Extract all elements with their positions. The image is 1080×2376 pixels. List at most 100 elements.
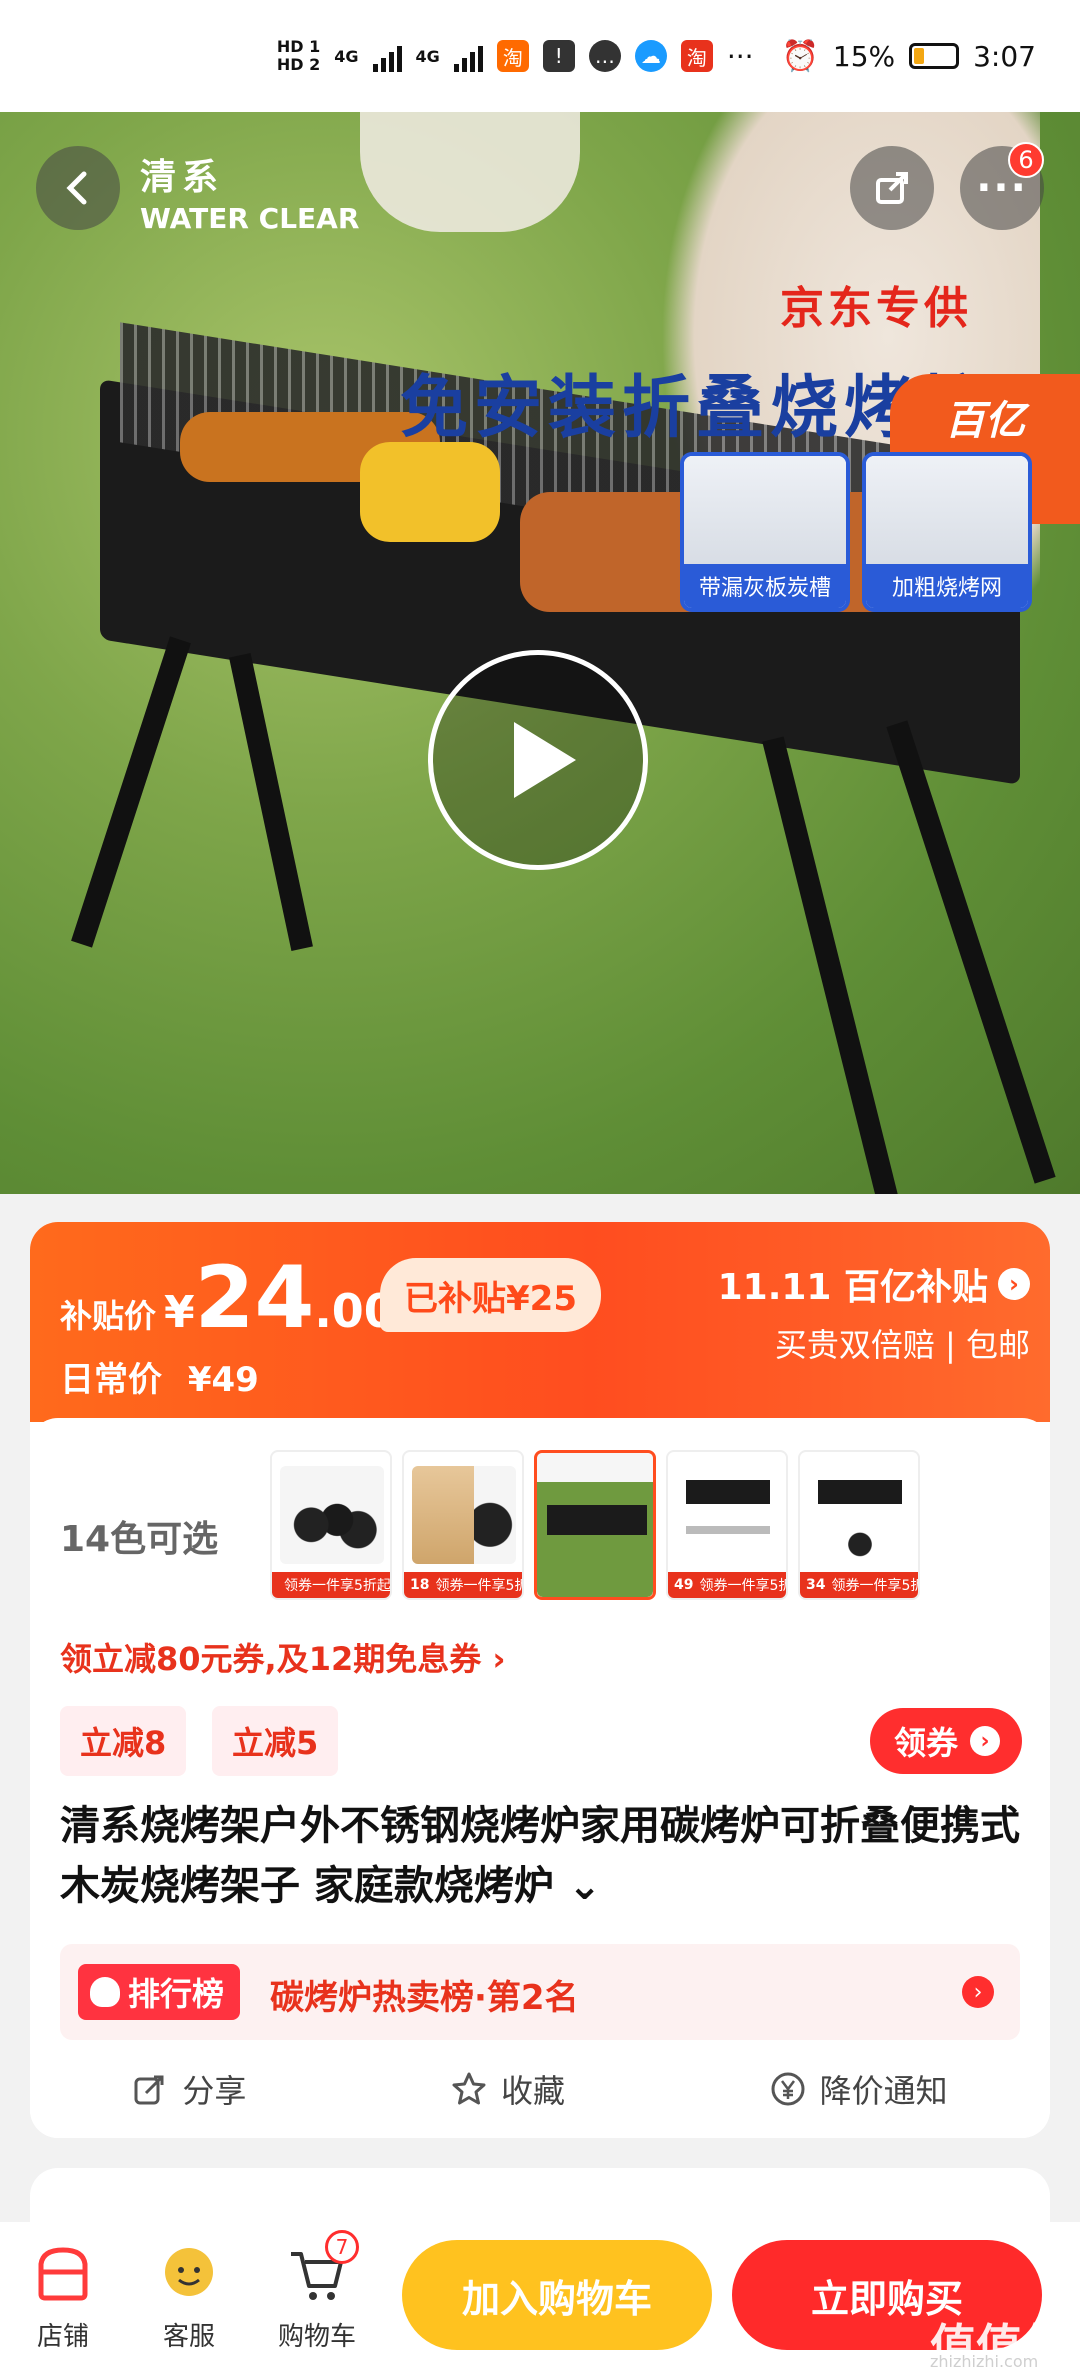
- promo-info[interactable]: 11.11 百亿补贴 › 买贵双倍赔 | 包邮: [718, 1258, 1030, 1366]
- arm-figure: [360, 112, 580, 232]
- share-button[interactable]: 分享: [132, 2066, 246, 2112]
- product-title[interactable]: 清系烧烤架户外不锈钢烧烤炉家用碳烤炉可折叠便携式木炭烧烤架子 家庭款烧烤炉 ⌄: [60, 1796, 1020, 1916]
- chevron-right-icon: ›: [998, 1268, 1030, 1300]
- play-video-button[interactable]: [428, 650, 648, 870]
- signal-icon: [372, 40, 402, 72]
- variant-strip: 领券一件享5折起 ITH: [272, 1572, 390, 1598]
- variant-thumb[interactable]: 18 领券一件享5折起 ITH: [402, 1450, 524, 1600]
- discount-tag: 立减8: [60, 1706, 187, 1776]
- product-details: 14色可选 领券一件享5折起 ITH 18 领券一件享5折起 ITH 49 领券一件…: [30, 1418, 1050, 2138]
- variant-strip-text: 领券一件享5折起 ITH: [699, 1578, 786, 1594]
- grill-set-image: [808, 1466, 912, 1564]
- store-nav-button[interactable]: 店铺: [8, 2242, 118, 2353]
- variant-price: 18: [410, 1577, 430, 1593]
- signal-icon-2: [453, 40, 483, 72]
- chat-notification-icon: …: [588, 40, 621, 72]
- variant-strip: 18 领券一件享5折起 ITH: [404, 1572, 522, 1598]
- battery-percent: 15%: [832, 39, 896, 73]
- discount-tag: 立减5: [212, 1706, 339, 1776]
- network-label-2: 4G: [415, 46, 440, 66]
- feature-grill-net: 加粗烧烤网: [862, 452, 1032, 612]
- alert-notification-icon: !: [542, 40, 575, 72]
- store-icon: [38, 2247, 88, 2301]
- grill-leg-right-2: [886, 720, 1056, 1184]
- grill-parts-image: [676, 1466, 780, 1564]
- share-label: 分享: [182, 2072, 247, 2110]
- price-alert-button[interactable]: 降价通知: [770, 2066, 948, 2112]
- hd-indicator: HD 1 HD 2: [277, 38, 320, 74]
- favorite-label: 收藏: [500, 2072, 565, 2110]
- variant-strip-text: 领券一件享5折起 ITH: [831, 1578, 918, 1594]
- trophy-icon: [90, 1977, 120, 2007]
- more-notifications-icon: ···: [726, 39, 754, 73]
- subsidy-amount-pill: 已补贴¥25: [380, 1258, 601, 1332]
- cloud-notification-icon: ☁: [634, 40, 667, 72]
- product-page: HD 1 HD 2 4G 4G 淘 ! … ☁ 淘 ··· ⏰ 15% 3:07…: [0, 0, 1080, 2376]
- service-label: 客服: [162, 2322, 215, 2352]
- hd1-label: HD 1: [276, 37, 321, 56]
- alarm-icon: ⏰: [781, 38, 819, 74]
- cart-icon-wrap: 7: [285, 2230, 359, 2306]
- share-icon: [876, 172, 908, 204]
- ash-tray-image: [684, 456, 846, 564]
- watermark-url: zhizhizhi.com: [930, 2352, 1039, 2371]
- service-nav-button[interactable]: 客服: [134, 2242, 244, 2353]
- subsidy-badge-line1: 百亿: [945, 398, 1025, 444]
- daily-price-value: ¥49: [187, 1360, 259, 1400]
- play-icon: [514, 722, 576, 798]
- cart-nav-button[interactable]: 7 购物车: [262, 2230, 372, 2353]
- product-info-card: 补贴价 ¥ 24 .00 已补贴¥25 日常价 ¥49 11.11 百亿补贴 › …: [30, 1222, 1050, 2138]
- back-button[interactable]: [36, 146, 120, 230]
- share-top-button[interactable]: [850, 146, 934, 230]
- price-band: 补贴价 ¥ 24 .00 已补贴¥25 日常价 ¥49 11.11 百亿补贴 › …: [30, 1222, 1050, 1422]
- variant-price: 34: [806, 1577, 826, 1593]
- yen-circle-icon: [771, 2072, 805, 2106]
- cart-count-badge: 7: [325, 2230, 359, 2264]
- get-coupon-button[interactable]: 领券 ›: [869, 1708, 1022, 1774]
- taobao-notification-icon-2: 淘: [680, 40, 713, 72]
- grill-leg-right: [762, 736, 900, 1194]
- currency-symbol: ¥: [164, 1287, 195, 1338]
- guarantee-text: 买贵双倍赔 | 包邮: [774, 1326, 1030, 1364]
- action-row: 分享 收藏 降价通知: [30, 2054, 1050, 2124]
- share-icon: [134, 2075, 164, 2105]
- coupon-offer-link[interactable]: 领立减80元券,及12期免息券 ›: [60, 1634, 506, 1680]
- customer-service-icon: [165, 2248, 213, 2296]
- star-icon: [452, 2072, 486, 2105]
- bottom-action-bar: 店铺 客服 7 购物车 加入购物车 立即购买: [0, 2222, 1080, 2376]
- battery-icon: [909, 43, 960, 69]
- daily-price-label: 日常价: [60, 1360, 162, 1400]
- ranking-row[interactable]: 排行榜 碳烤炉热卖榜·第2名 ›: [60, 1944, 1020, 2040]
- store-label: 店铺: [36, 2322, 89, 2352]
- feature-grill-net-label: 加粗烧烤网: [866, 564, 1028, 608]
- chevron-right-icon: ›: [962, 1976, 994, 2008]
- corn: [360, 442, 500, 542]
- get-coupon-label: 领券: [893, 1724, 958, 1762]
- grill-leg-left: [71, 636, 191, 948]
- chevron-right-icon: ›: [970, 1726, 1000, 1756]
- favorite-button[interactable]: 收藏: [451, 2066, 565, 2112]
- brand-name-cn: 清系: [140, 157, 225, 198]
- variant-thumb[interactable]: 领券一件享5折起 ITH: [270, 1450, 392, 1600]
- variant-thumb-selected[interactable]: [534, 1450, 656, 1600]
- variant-strip-text: 领券一件享5折起 ITH: [435, 1578, 522, 1594]
- brand-name-en: WATER CLEAR: [140, 202, 360, 235]
- jd-exclusive-tag: 京东专供: [780, 283, 972, 334]
- price-integer: 24: [194, 1248, 315, 1348]
- more-badge: 6: [1008, 142, 1044, 178]
- cart-label: 购物车: [277, 2322, 356, 2352]
- feature-ash-tray: 带漏灰板炭槽: [680, 452, 850, 612]
- variant-strip: 49 领券一件享5折起 ITH: [668, 1572, 786, 1598]
- taobao-notification-icon: 淘: [496, 40, 529, 72]
- variant-thumb[interactable]: 34 领券一件享5折起 ITH: [798, 1450, 920, 1600]
- grill-thumb-image: [537, 1453, 653, 1597]
- variant-price: 49: [674, 1577, 694, 1593]
- variant-strip-text: 领券一件享5折起 ITH: [284, 1578, 390, 1594]
- promo-label: 11.11 百亿补贴: [717, 1267, 988, 1308]
- grill-net-image: [866, 456, 1028, 564]
- variant-thumb[interactable]: 49 领券一件享5折起 ITH: [666, 1450, 788, 1600]
- variant-count-label[interactable]: 14色可选: [60, 1510, 218, 1562]
- add-to-cart-button[interactable]: 加入购物车: [402, 2240, 712, 2350]
- variant-strip: 34 领券一件享5折起 ITH: [800, 1572, 918, 1598]
- product-image-carousel[interactable]: 京东专供 免安装折叠烧烤炉 百亿 补贴 带漏灰板炭槽 加粗烧烤网 1 7: [0, 112, 1080, 1194]
